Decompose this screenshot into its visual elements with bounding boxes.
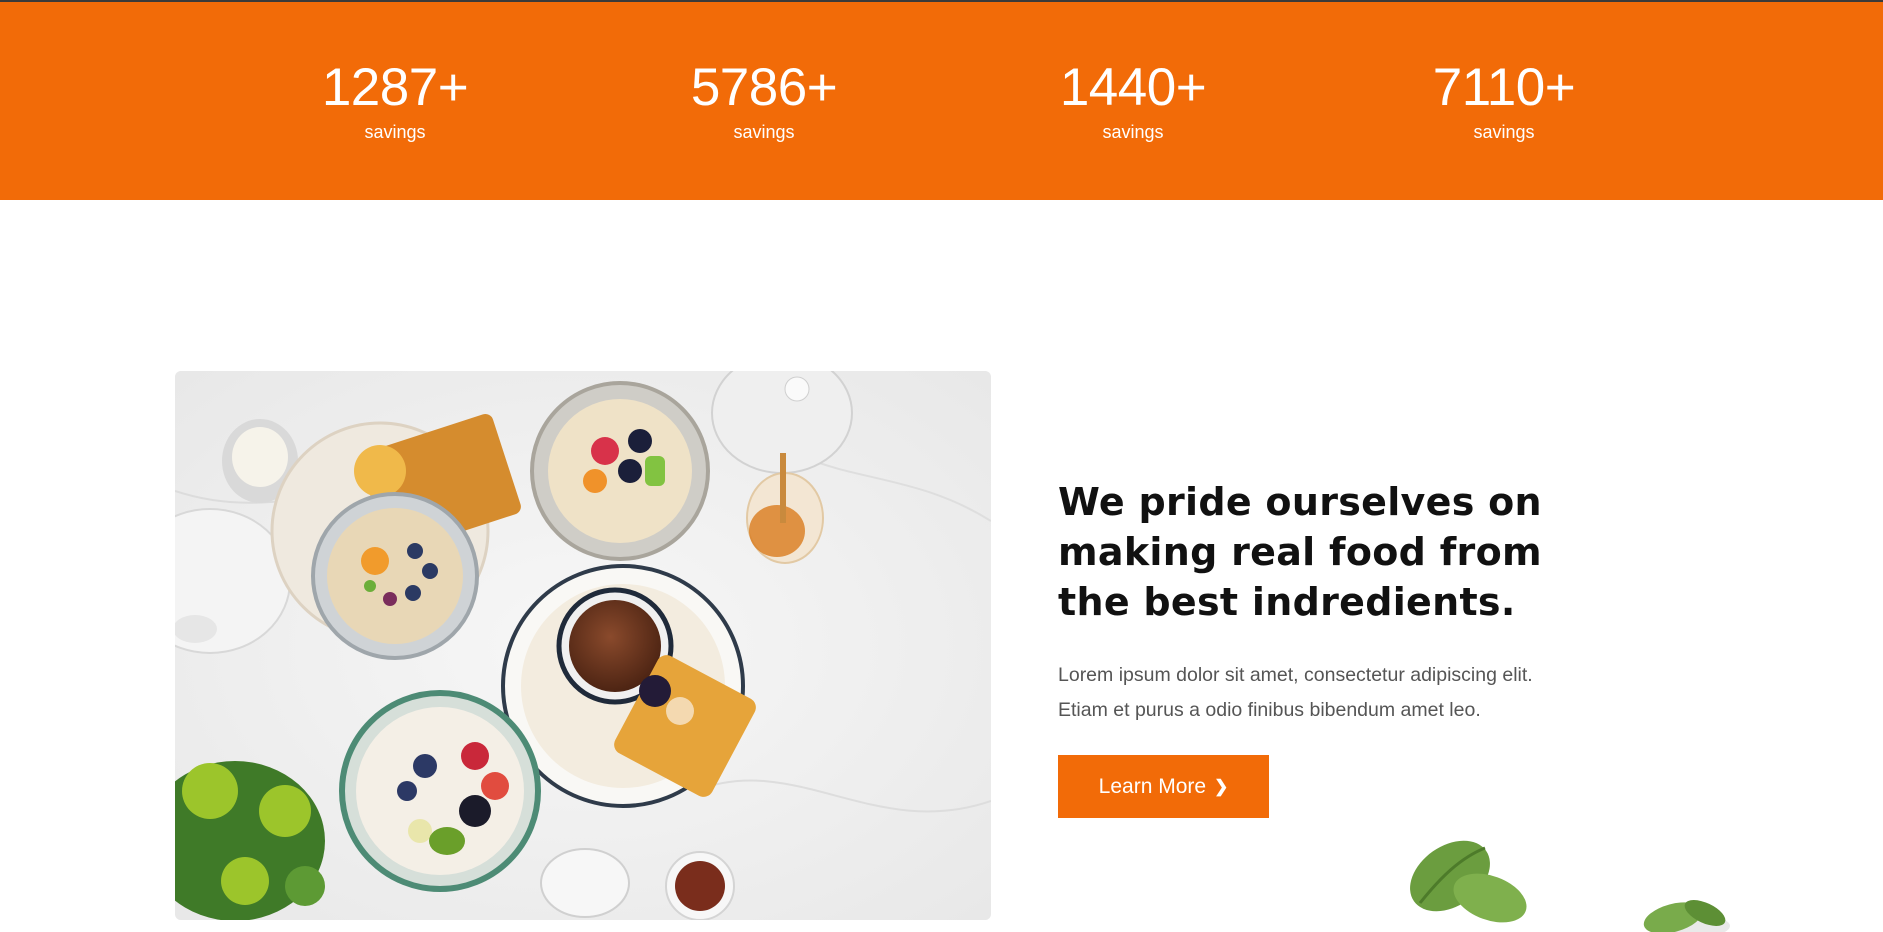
leaf-icon xyxy=(1410,840,1730,932)
stat-label: savings xyxy=(733,122,795,142)
description-line: Lorem ipsum dolor sit amet, consectetur … xyxy=(1058,664,1533,686)
chevron-right-icon: ❯ xyxy=(1214,777,1229,796)
food-photo xyxy=(175,371,991,920)
stat-value: 1440+ xyxy=(1059,58,1207,117)
learn-more-label: Learn More xyxy=(1098,774,1207,798)
stat-item: 1440+ savings xyxy=(1013,59,1253,143)
food-illustration xyxy=(175,371,991,920)
learn-more-button[interactable]: Learn More ❯ xyxy=(1058,755,1269,818)
page: 1287+ savings 5786+ savings 1440+ saving… xyxy=(0,0,1883,932)
stat-value: 1287+ xyxy=(321,58,469,117)
section-heading: We pride ourselves on making real food f… xyxy=(1058,480,1542,624)
description-line: Etiam et purus a odio finibus bibendum a… xyxy=(1058,699,1481,721)
stat-value: 5786+ xyxy=(690,58,838,117)
stats-band: 1287+ savings 5786+ savings 1440+ saving… xyxy=(0,2,1883,200)
stat-label: savings xyxy=(364,122,426,142)
section-description: Lorem ipsum dolor sit amet, consectetur … xyxy=(1058,658,1578,728)
stat-value: 7110+ xyxy=(1432,58,1576,117)
stat-item: 7110+ savings xyxy=(1384,59,1624,143)
stat-item: 5786+ savings xyxy=(644,59,884,143)
about-content: We pride ourselves on making real food f… xyxy=(1058,477,1618,728)
mint-leaves-decoration xyxy=(1370,838,1883,932)
stat-item: 1287+ savings xyxy=(275,59,515,143)
stat-label: savings xyxy=(1102,122,1164,142)
stat-label: savings xyxy=(1473,122,1535,142)
